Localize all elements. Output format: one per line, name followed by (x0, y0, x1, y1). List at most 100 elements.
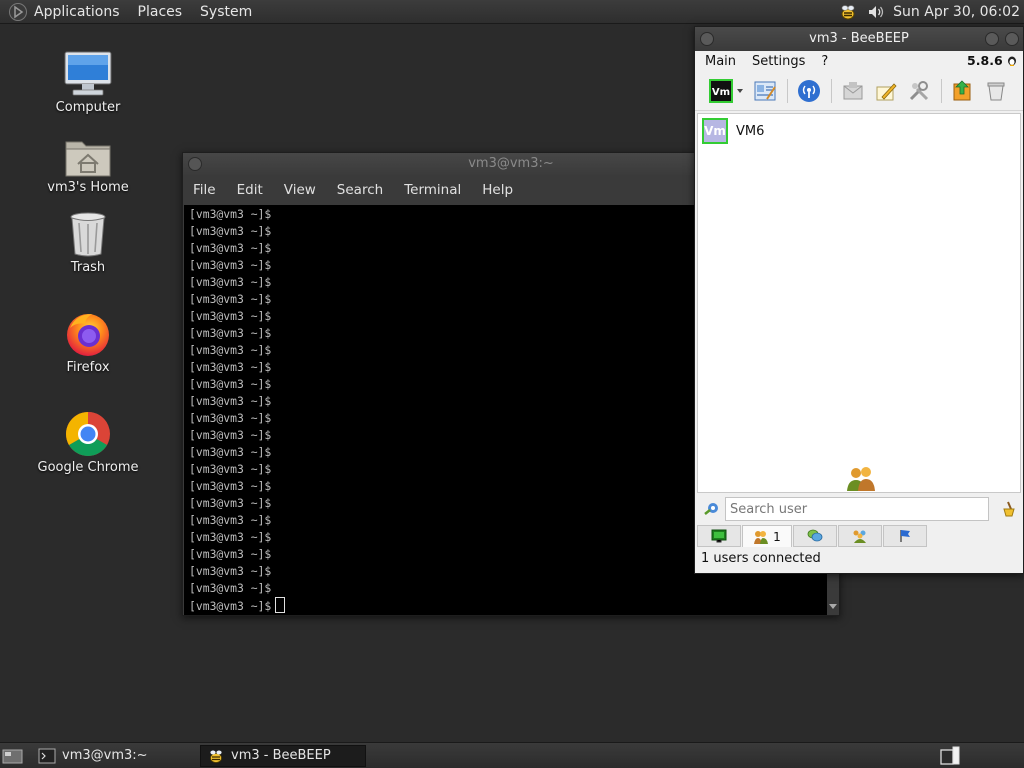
clock[interactable]: Sun Apr 30, 06:02 (893, 4, 1020, 20)
groups-icon (807, 529, 823, 542)
beebeep-window[interactable]: vm3 - BeeBEEP Main Settings ? 5.8.6 Vm V… (694, 26, 1024, 574)
profile-edit-icon (754, 81, 776, 100)
beebeep-icon (210, 750, 222, 763)
chat-list-icon (711, 529, 727, 543)
tools-button[interactable] (906, 78, 932, 104)
file-sharing-icon (953, 79, 971, 100)
users-group-icon (847, 467, 875, 491)
users-count: 1 (773, 529, 781, 544)
home-folder-icon (65, 141, 111, 177)
beebeep-titlebar[interactable]: vm3 - BeeBEEP (695, 27, 1023, 51)
terminal-prompt: [vm3@vm3 ~]$ (189, 564, 272, 578)
desktop-icon-chrome[interactable]: Google Chrome (28, 406, 148, 475)
tab-group-users[interactable] (838, 525, 882, 547)
avatar: Vm (702, 118, 728, 144)
terminal-prompt: [vm3@vm3 ~]$ (189, 547, 272, 561)
bin-icon (987, 82, 1005, 100)
chevron-down-icon (737, 88, 743, 93)
write-button[interactable] (873, 78, 899, 104)
desktop-icon-label: Trash (70, 260, 106, 275)
tab-chats[interactable] (697, 525, 741, 547)
bottom-tabs: 1 (697, 525, 928, 547)
show-desktop-icon[interactable] (2, 747, 24, 765)
tab-flag[interactable] (883, 525, 927, 547)
terminal-prompt: [vm3@vm3 ~]$ (189, 207, 272, 221)
linux-penguin-icon (1008, 56, 1016, 67)
tab-users[interactable]: 1 (742, 525, 792, 547)
desktop-icon-label: Firefox (66, 360, 110, 375)
taskbar-label: vm3@vm3:~ (62, 748, 148, 763)
menu-main[interactable]: Main (705, 54, 736, 69)
toolbar-separator (831, 78, 832, 103)
os-logo-icon[interactable] (8, 2, 28, 22)
users-icon (754, 530, 769, 544)
terminal-prompt: [vm3@vm3 ~]$ (189, 462, 272, 476)
desktop-icon-label: vm3's Home (47, 180, 129, 195)
maximize-icon[interactable] (1005, 32, 1019, 46)
terminal-prompt: [vm3@vm3 ~]$ (189, 599, 272, 613)
computer-icon (64, 51, 112, 96)
terminal-prompt: [vm3@vm3 ~]$ (189, 445, 272, 459)
desktop-icon-trash[interactable]: Trash (28, 206, 148, 275)
terminal-line: [vm3@vm3 ~]$ (189, 580, 828, 597)
group-users-icon (853, 530, 866, 543)
applications-menu[interactable]: Applications (34, 4, 120, 20)
connection-status: 1 users connected (701, 551, 821, 566)
user-list[interactable]: Vm VM6 (697, 113, 1021, 493)
terminal-prompt: [vm3@vm3 ~]$ (189, 530, 272, 544)
terminal-line: [vm3@vm3 ~]$ (189, 597, 828, 614)
send-message-button[interactable] (840, 78, 866, 104)
top-panel-tray: Sun Apr 30, 06:02 (837, 0, 1024, 24)
menu-file[interactable]: File (193, 182, 216, 198)
file-sharing-button[interactable] (950, 78, 976, 104)
terminal-prompt: [vm3@vm3 ~]$ (189, 309, 272, 323)
menu-search[interactable]: Search (337, 182, 383, 198)
desktop-icon-firefox[interactable]: Firefox (28, 306, 148, 375)
volume-icon[interactable] (865, 2, 887, 22)
trash-icon (70, 212, 106, 257)
window-menu-icon[interactable] (188, 157, 202, 171)
workspace-switcher-icon[interactable] (940, 746, 960, 766)
network-button[interactable] (796, 78, 822, 104)
user-row[interactable]: Vm VM6 (698, 116, 1020, 146)
version-number: 5.8.6 (967, 53, 1003, 68)
firefox-icon (67, 314, 109, 356)
beebeep-menubar: Main Settings ? 5.8.6 (695, 51, 1023, 71)
edit-profile-button[interactable] (752, 78, 778, 104)
status-vm-text: Vm (712, 87, 730, 98)
menu-terminal[interactable]: Terminal (404, 182, 461, 198)
status-button[interactable]: Vm (709, 78, 745, 104)
places-menu[interactable]: Places (138, 4, 183, 20)
pencil-icon (876, 82, 897, 100)
beebeep-tray-icon[interactable] (837, 2, 859, 22)
scroll-down-arrow-icon[interactable] (829, 601, 837, 611)
system-menu[interactable]: System (200, 4, 252, 20)
menu-view[interactable]: View (284, 182, 316, 198)
desktop-icon-computer[interactable]: Computer (28, 46, 148, 115)
taskbar-item-terminal[interactable]: vm3@vm3:~ (32, 745, 198, 767)
menu-help[interactable]: Help (482, 182, 513, 198)
clear-search-icon[interactable] (999, 500, 1017, 518)
taskbar-label: vm3 - BeeBEEP (231, 748, 331, 763)
window-menu-icon[interactable] (700, 32, 714, 46)
terminal-icon (38, 748, 56, 763)
message-icon (843, 81, 863, 99)
search-user-input[interactable] (725, 497, 989, 521)
terminal-prompt: [vm3@vm3 ~]$ (189, 275, 272, 289)
menu-settings[interactable]: Settings (752, 54, 805, 69)
terminal-prompt: [vm3@vm3 ~]$ (189, 258, 272, 272)
avatar-text: Vm (704, 124, 726, 138)
terminal-cursor (275, 597, 286, 613)
search-options-icon[interactable] (703, 500, 721, 518)
clear-button[interactable] (983, 78, 1009, 104)
tab-groups[interactable] (793, 525, 837, 547)
menu-help[interactable]: ? (821, 54, 828, 69)
beebeep-toolbar: Vm (695, 71, 1023, 111)
minimize-icon[interactable] (985, 32, 999, 46)
desktop-icon-home[interactable]: vm3's Home (28, 126, 148, 195)
terminal-title: vm3@vm3:~ (468, 156, 554, 171)
taskbar-item-beebeep[interactable]: vm3 - BeeBEEP (200, 744, 366, 767)
search-bar (697, 495, 1021, 523)
menu-edit[interactable]: Edit (237, 182, 263, 198)
terminal-prompt: [vm3@vm3 ~]$ (189, 343, 272, 357)
